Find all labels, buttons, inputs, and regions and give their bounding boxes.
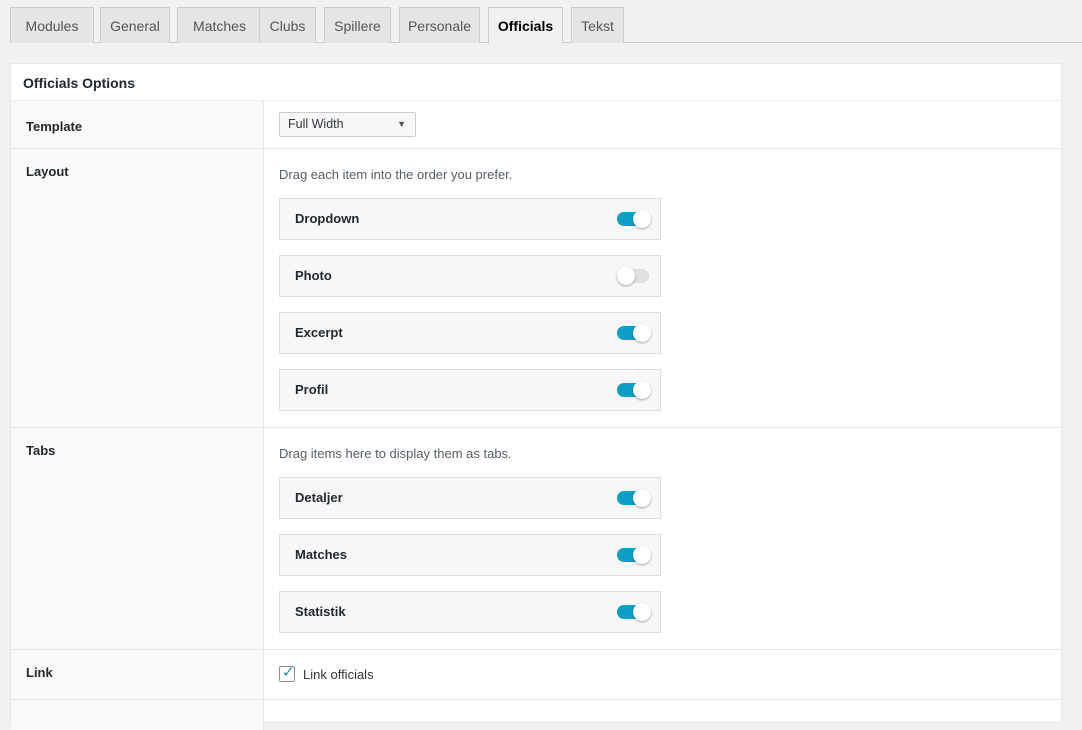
link-officials-checkbox[interactable]: ✓ bbox=[279, 664, 295, 682]
statistik-toggle[interactable] bbox=[617, 603, 651, 621]
tab-item-label: Statistik bbox=[295, 604, 346, 619]
layout-item-excerpt[interactable]: Excerpt bbox=[279, 312, 661, 354]
tab-item-label: Detaljer bbox=[295, 490, 343, 505]
layout-item-label: Dropdown bbox=[295, 211, 360, 226]
tab-officials[interactable]: Officials bbox=[488, 7, 563, 44]
photo-toggle[interactable] bbox=[617, 267, 649, 285]
next-row bbox=[11, 700, 1061, 730]
layout-row: Layout Drag each item into the order you… bbox=[11, 149, 1061, 428]
template-select-value: Full Width bbox=[288, 117, 344, 131]
checkmark-icon: ✓ bbox=[282, 664, 295, 681]
excerpt-toggle[interactable] bbox=[617, 324, 651, 342]
tabs-label: Tabs bbox=[26, 443, 56, 458]
tab-item-matches[interactable]: Matches bbox=[279, 534, 661, 576]
layout-label: Layout bbox=[26, 164, 69, 179]
tab-matches[interactable]: Matches bbox=[177, 7, 262, 43]
caret-down-icon: ▼ bbox=[397, 119, 406, 129]
layout-item-photo[interactable]: Photo bbox=[279, 255, 661, 297]
tab-clubs[interactable]: Clubs bbox=[259, 7, 316, 43]
template-select[interactable]: Full Width ▼ bbox=[279, 112, 416, 137]
panel-title: Officials Options bbox=[11, 64, 1061, 101]
template-row: Template Full Width ▼ bbox=[11, 101, 1061, 149]
layout-item-dropdown[interactable]: Dropdown bbox=[279, 198, 661, 240]
layout-description: Drag each item into the order you prefer… bbox=[279, 167, 513, 182]
link-row: Link ✓ Link officials bbox=[11, 650, 1061, 700]
tab-item-label: Matches bbox=[295, 547, 348, 562]
link-officials-label[interactable]: Link officials bbox=[303, 667, 374, 682]
dropdown-toggle[interactable] bbox=[617, 210, 651, 228]
settings-tabs: Modules General Matches Clubs Spillere P… bbox=[10, 7, 1082, 44]
officials-options-panel: Officials Options Template Full Width ▼ … bbox=[10, 63, 1062, 730]
layout-item-profil[interactable]: Profil bbox=[279, 369, 661, 411]
template-label: Template bbox=[26, 119, 83, 134]
tab-item-statistik[interactable]: Statistik bbox=[279, 591, 661, 633]
tabs-description: Drag items here to display them as tabs. bbox=[279, 446, 512, 461]
layout-item-label: Excerpt bbox=[295, 325, 343, 340]
tab-tekst[interactable]: Tekst bbox=[571, 7, 624, 43]
tab-personale[interactable]: Personale bbox=[399, 7, 480, 43]
profil-toggle[interactable] bbox=[617, 381, 651, 399]
matches-toggle[interactable] bbox=[617, 546, 651, 564]
layout-item-label: Profil bbox=[295, 382, 329, 397]
detaljer-toggle[interactable] bbox=[617, 489, 651, 507]
tab-spillere[interactable]: Spillere bbox=[324, 7, 391, 43]
link-label: Link bbox=[26, 665, 53, 680]
layout-item-label: Photo bbox=[295, 268, 332, 283]
tab-general[interactable]: General bbox=[100, 7, 170, 43]
tab-modules[interactable]: Modules bbox=[10, 7, 94, 43]
tab-item-detaljer[interactable]: Detaljer bbox=[279, 477, 661, 519]
tabs-row: Tabs Drag items here to display them as … bbox=[11, 428, 1061, 650]
